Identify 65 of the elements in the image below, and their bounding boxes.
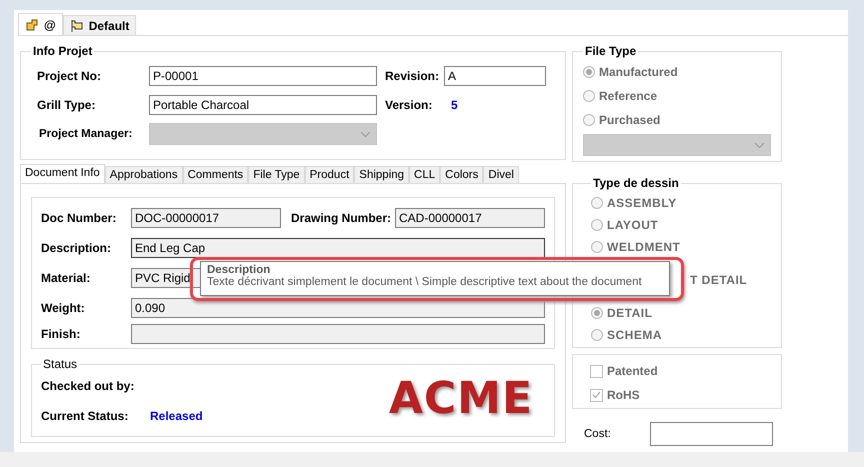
radio-label: Manufactured: [599, 65, 678, 79]
group-title: Status: [42, 357, 78, 371]
group-title: Info Projet: [32, 44, 94, 58]
drawing-number-field[interactable]: CAD-00000017: [395, 208, 545, 228]
field-label: Doc Number:: [41, 211, 118, 225]
flag-icon: [70, 18, 84, 32]
radio-button[interactable]: [591, 197, 603, 209]
radio-label: ASSEMBLY: [607, 196, 677, 210]
tab[interactable]: Product: [304, 166, 354, 183]
tab[interactable]: Approbations: [104, 166, 183, 183]
field-label: Checked out by:: [41, 379, 134, 393]
tab[interactable]: Shipping: [354, 166, 410, 183]
radio-label: LAYOUT: [607, 218, 658, 232]
field-label: Cost:: [584, 428, 612, 440]
tab[interactable]: Divel: [483, 166, 519, 183]
tooltip-title: Description: [207, 264, 272, 276]
field-label: Revision:: [385, 69, 440, 83]
project-no-field[interactable]: P-00001: [149, 66, 377, 86]
doc-number-field[interactable]: DOC-00000017: [131, 208, 281, 228]
field-label: Project No:: [37, 69, 102, 83]
group-title: File Type: [584, 44, 638, 58]
checkbox-label: RoHS: [607, 388, 640, 402]
tab[interactable]: Comments: [182, 166, 248, 183]
revision-field[interactable]: A: [444, 66, 546, 86]
chevron-down-icon: [755, 142, 764, 148]
field-label: Drawing Number:: [291, 211, 392, 225]
chevron-down-icon: [361, 132, 370, 136]
radio-button[interactable]: [591, 329, 603, 341]
parts-icon: [25, 18, 39, 31]
field-label: Grill Type:: [37, 98, 96, 112]
version-value: 5: [451, 98, 458, 112]
tab[interactable]: Document Info: [20, 164, 105, 184]
field-label: Finish:: [41, 327, 82, 341]
checkbox-label: Patented: [607, 364, 658, 378]
description-field[interactable]: End Leg Cap: [131, 238, 545, 258]
field-label: Weight:: [41, 301, 86, 315]
tab[interactable]: Default: [62, 15, 136, 35]
tab[interactable]: CLL: [409, 166, 440, 183]
field-label: Version:: [385, 98, 434, 112]
status-value: Released: [150, 409, 203, 423]
tab[interactable]: Colors: [440, 166, 484, 183]
tab[interactable]: @: [18, 13, 63, 35]
cost-field[interactable]: [650, 422, 773, 446]
checkbox[interactable]: [590, 364, 603, 378]
radio-label: WELDMENT: [607, 240, 680, 254]
radio-label: Purchased: [599, 113, 660, 127]
logo: ACME: [388, 373, 533, 426]
field-label: Description:: [41, 241, 112, 255]
radio-button[interactable]: [591, 219, 603, 231]
radio-label: Reference: [599, 89, 658, 103]
field-label: Current Status:: [41, 409, 130, 423]
tooltip-text: Texte décrivant simplement le document \ Simple descriptive text about the document: [207, 276, 643, 288]
checkbox[interactable]: [590, 388, 603, 402]
tab[interactable]: File Type: [248, 166, 305, 183]
radio-label: SCHEMA: [607, 328, 662, 342]
radio-label: T DETAIL: [690, 273, 748, 287]
radio-button[interactable]: [591, 241, 603, 253]
group-title: Type de dessin: [592, 176, 680, 190]
radio-label: DETAIL: [607, 306, 652, 320]
field-label: Material:: [41, 271, 92, 285]
radio-button[interactable]: [591, 307, 603, 319]
grill-type-field[interactable]: Portable Charcoal: [149, 95, 377, 115]
finish-field[interactable]: [131, 324, 545, 344]
checkmark-icon: [592, 391, 601, 399]
field-label: Project Manager:: [39, 128, 134, 140]
